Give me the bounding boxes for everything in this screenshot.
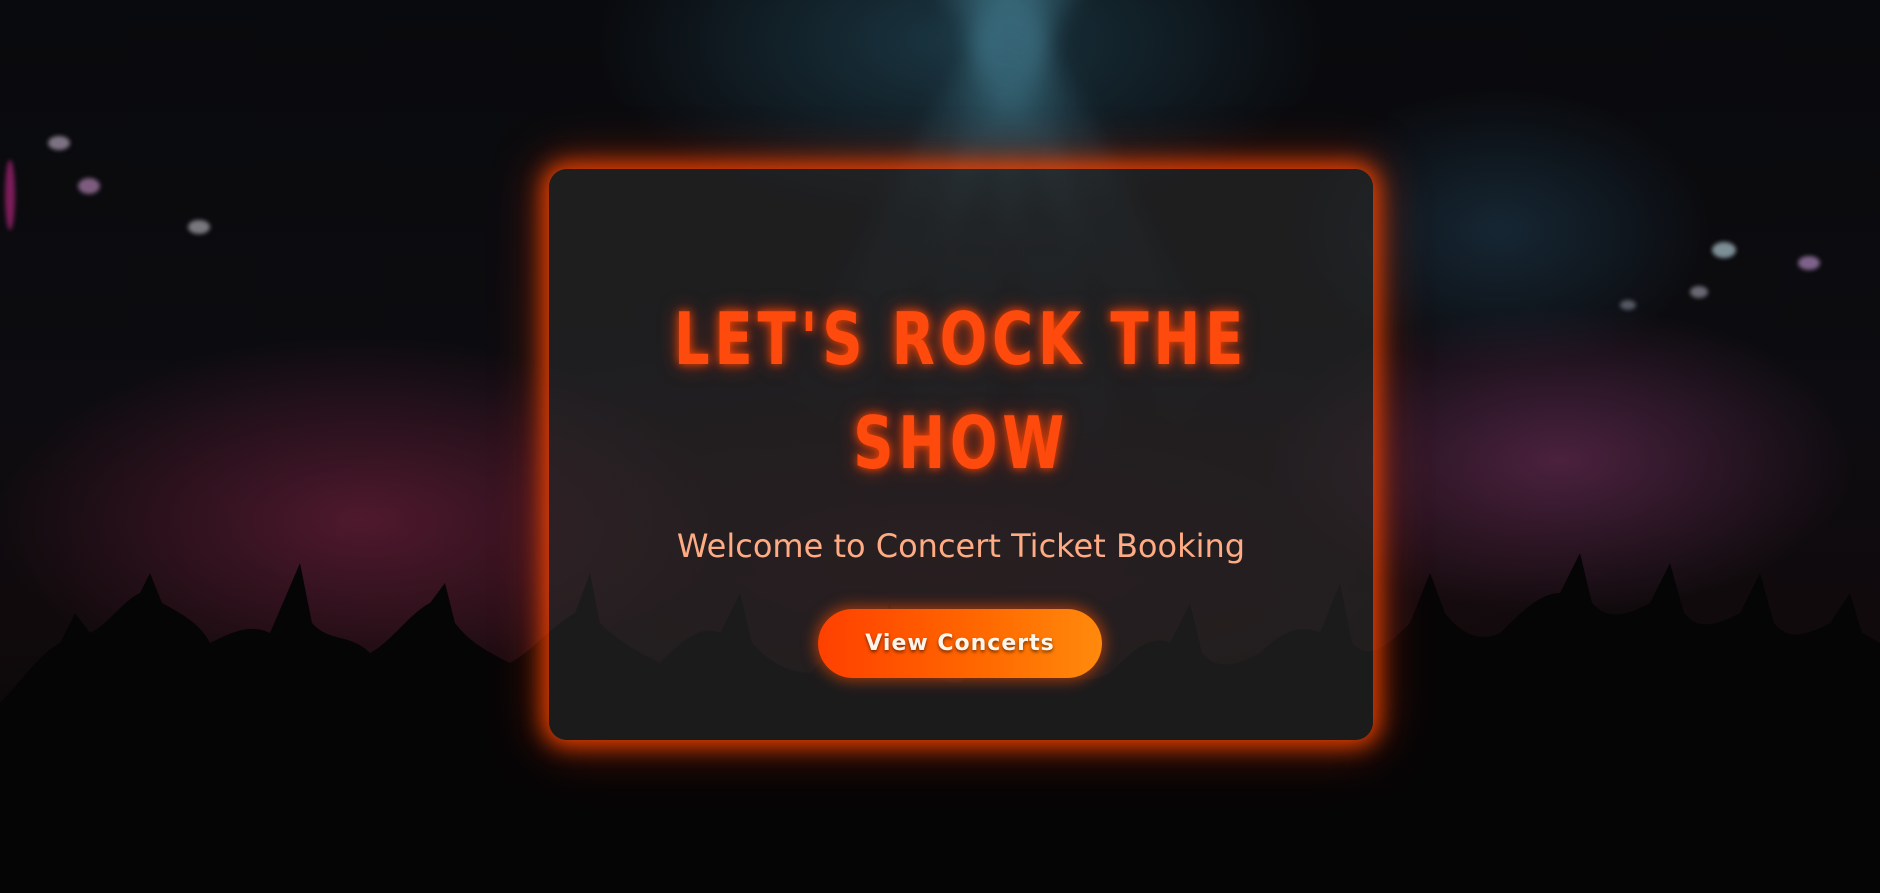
stage-light bbox=[188, 220, 210, 234]
hero-title: LET'S ROCK THE SHOW bbox=[640, 287, 1283, 495]
hero-title-line-2: SHOW bbox=[853, 401, 1069, 485]
hero-background: LET'S ROCK THE SHOW Welcome to Concert T… bbox=[0, 0, 1880, 893]
view-concerts-button[interactable]: View Concerts bbox=[818, 609, 1102, 678]
stage-light bbox=[1690, 286, 1708, 298]
hero-title-line-1: LET'S ROCK THE bbox=[673, 297, 1249, 381]
stage-light bbox=[5, 160, 15, 230]
stage-light bbox=[1712, 242, 1736, 258]
stage-light bbox=[1620, 300, 1636, 310]
stage-light bbox=[78, 178, 100, 194]
stage-light bbox=[48, 136, 70, 150]
stage-light bbox=[1798, 256, 1820, 270]
hero-subtitle: Welcome to Concert Ticket Booking bbox=[676, 527, 1246, 565]
hero-card: LET'S ROCK THE SHOW Welcome to Concert T… bbox=[549, 169, 1373, 740]
